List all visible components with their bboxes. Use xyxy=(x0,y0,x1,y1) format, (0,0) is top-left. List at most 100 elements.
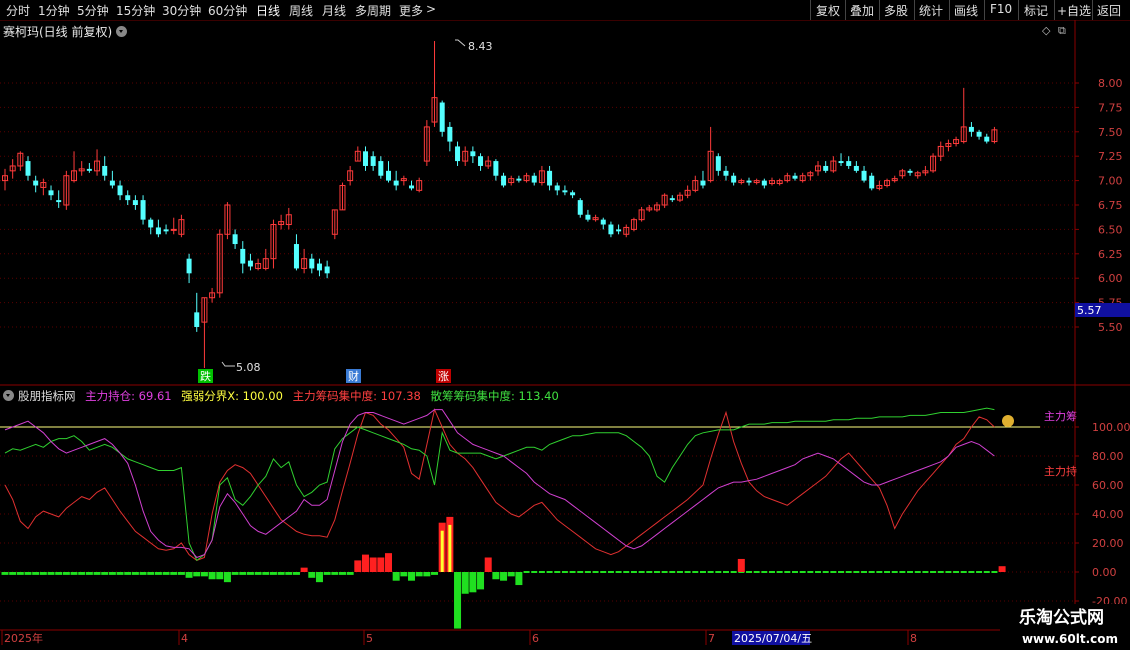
indicator-bar xyxy=(676,571,683,573)
indicator-bar xyxy=(9,572,17,575)
indicator-bar xyxy=(953,571,960,573)
candle-body-down xyxy=(378,161,384,176)
indicator-bar xyxy=(792,571,799,573)
candle-body-down xyxy=(608,224,614,235)
indicator-bar xyxy=(484,557,492,572)
indicator-bar xyxy=(469,572,477,593)
indicator-bar xyxy=(377,557,385,572)
indicator-bar xyxy=(277,572,285,575)
candle-body-down xyxy=(846,161,852,166)
high-price-label: 8.43 xyxy=(468,40,493,53)
indicator-bar xyxy=(500,572,508,581)
indicator-bar-highlight xyxy=(440,530,444,572)
candle-body-down xyxy=(163,229,169,232)
indicator-bar xyxy=(715,571,722,573)
indicator-bar xyxy=(385,553,392,572)
indicator-name[interactable]: 股朋指标网 xyxy=(18,389,76,403)
price-tick-label: 7.75 xyxy=(1098,101,1123,114)
candle-body-down xyxy=(117,185,123,196)
indicator-bar xyxy=(569,571,576,573)
candle-body-down xyxy=(600,219,606,225)
candle-body-down xyxy=(324,266,330,274)
candle-body-down xyxy=(577,200,583,215)
candle-body-down xyxy=(907,170,913,173)
candle-body-down xyxy=(247,260,253,267)
price-tick-label: 7.00 xyxy=(1098,175,1123,188)
candle-body-down xyxy=(869,175,875,189)
indicator-bar xyxy=(692,571,699,573)
indicator-bar xyxy=(684,571,691,573)
indicator-bar xyxy=(884,571,891,573)
indicator-bar xyxy=(730,571,737,573)
indicator-bar xyxy=(193,572,201,577)
indicator-bar xyxy=(784,571,791,573)
date-tick-label: 5 xyxy=(366,632,373,645)
candle-body-down xyxy=(746,180,752,183)
indicator-bar xyxy=(907,571,914,573)
watermark-title: 乐淘公式网 xyxy=(1019,608,1104,628)
watermark-url: www.60lt.com xyxy=(1021,632,1118,646)
indicator-bar xyxy=(1,572,9,575)
indicator-bar xyxy=(216,572,224,580)
date-tick-label: 8 xyxy=(910,632,917,645)
candle-body-down xyxy=(56,200,62,203)
candle-body-down xyxy=(976,131,982,137)
indicator-right-label: 主力持 xyxy=(1044,464,1077,478)
indicator-bar xyxy=(653,571,660,573)
indicator-bar xyxy=(960,571,967,573)
candle-body-down xyxy=(968,126,974,132)
candle-body-down xyxy=(853,165,859,171)
main-holding-line xyxy=(4,409,995,559)
indicator-bar xyxy=(776,571,783,573)
indicator-bar xyxy=(930,571,937,573)
indicator-bar xyxy=(338,572,346,575)
indicator-bar xyxy=(937,571,944,573)
candle-body-down xyxy=(554,185,560,191)
indicator-bar xyxy=(853,571,860,573)
indicator-bar xyxy=(592,571,599,573)
candle-body-down xyxy=(155,227,161,235)
indicator-bar xyxy=(577,571,584,573)
candle-body-down xyxy=(669,198,675,201)
indicator-bar xyxy=(998,566,1006,572)
indicator-bar xyxy=(523,571,530,573)
indicator-bar xyxy=(55,572,63,575)
indicator-bar xyxy=(799,571,806,573)
event-marker-label: 财 xyxy=(348,369,359,383)
indicator-bar xyxy=(669,571,676,573)
candle-body-down xyxy=(86,168,92,171)
candle-body-down xyxy=(470,151,476,157)
indicator-bar xyxy=(346,572,354,575)
indicator-bar xyxy=(16,572,24,575)
price-tick-label: 6.50 xyxy=(1098,223,1123,236)
candle-body-down xyxy=(585,214,591,220)
candle-body-down xyxy=(240,248,246,264)
candle-body-down xyxy=(25,161,31,176)
date-tick-label: 4 xyxy=(181,632,188,645)
indicator-bar xyxy=(131,572,139,575)
indicator-tick-label: 60.00 xyxy=(1092,479,1124,492)
candle-body-down xyxy=(370,156,376,166)
indicator-bar xyxy=(554,571,561,573)
indicator-bar xyxy=(200,572,208,577)
indicator-bar xyxy=(32,572,40,575)
indicator-bar xyxy=(807,571,814,573)
legend-main-holding: 主力持仓: 69.61 xyxy=(85,389,172,403)
candle-body-down xyxy=(386,170,391,181)
candle-body-down xyxy=(562,190,568,193)
indicator-bar xyxy=(423,572,431,577)
indicator-bar xyxy=(546,571,553,573)
candle-body-down xyxy=(140,200,146,220)
indicator-bar xyxy=(147,572,155,575)
candle-body-down xyxy=(125,195,131,201)
low-marker-line xyxy=(221,361,235,367)
indicator-bar xyxy=(976,571,983,573)
indicator-bar xyxy=(638,571,645,573)
chevron-down-icon[interactable] xyxy=(3,390,14,401)
indicator-bar xyxy=(507,572,515,577)
indicator-bar xyxy=(922,571,929,573)
indicator-bar xyxy=(646,571,653,573)
candle-body-down xyxy=(761,180,767,186)
legend-retail-concentration: 散筹筹码集中度: 113.40 xyxy=(430,389,559,403)
indicator-bar xyxy=(308,572,316,578)
